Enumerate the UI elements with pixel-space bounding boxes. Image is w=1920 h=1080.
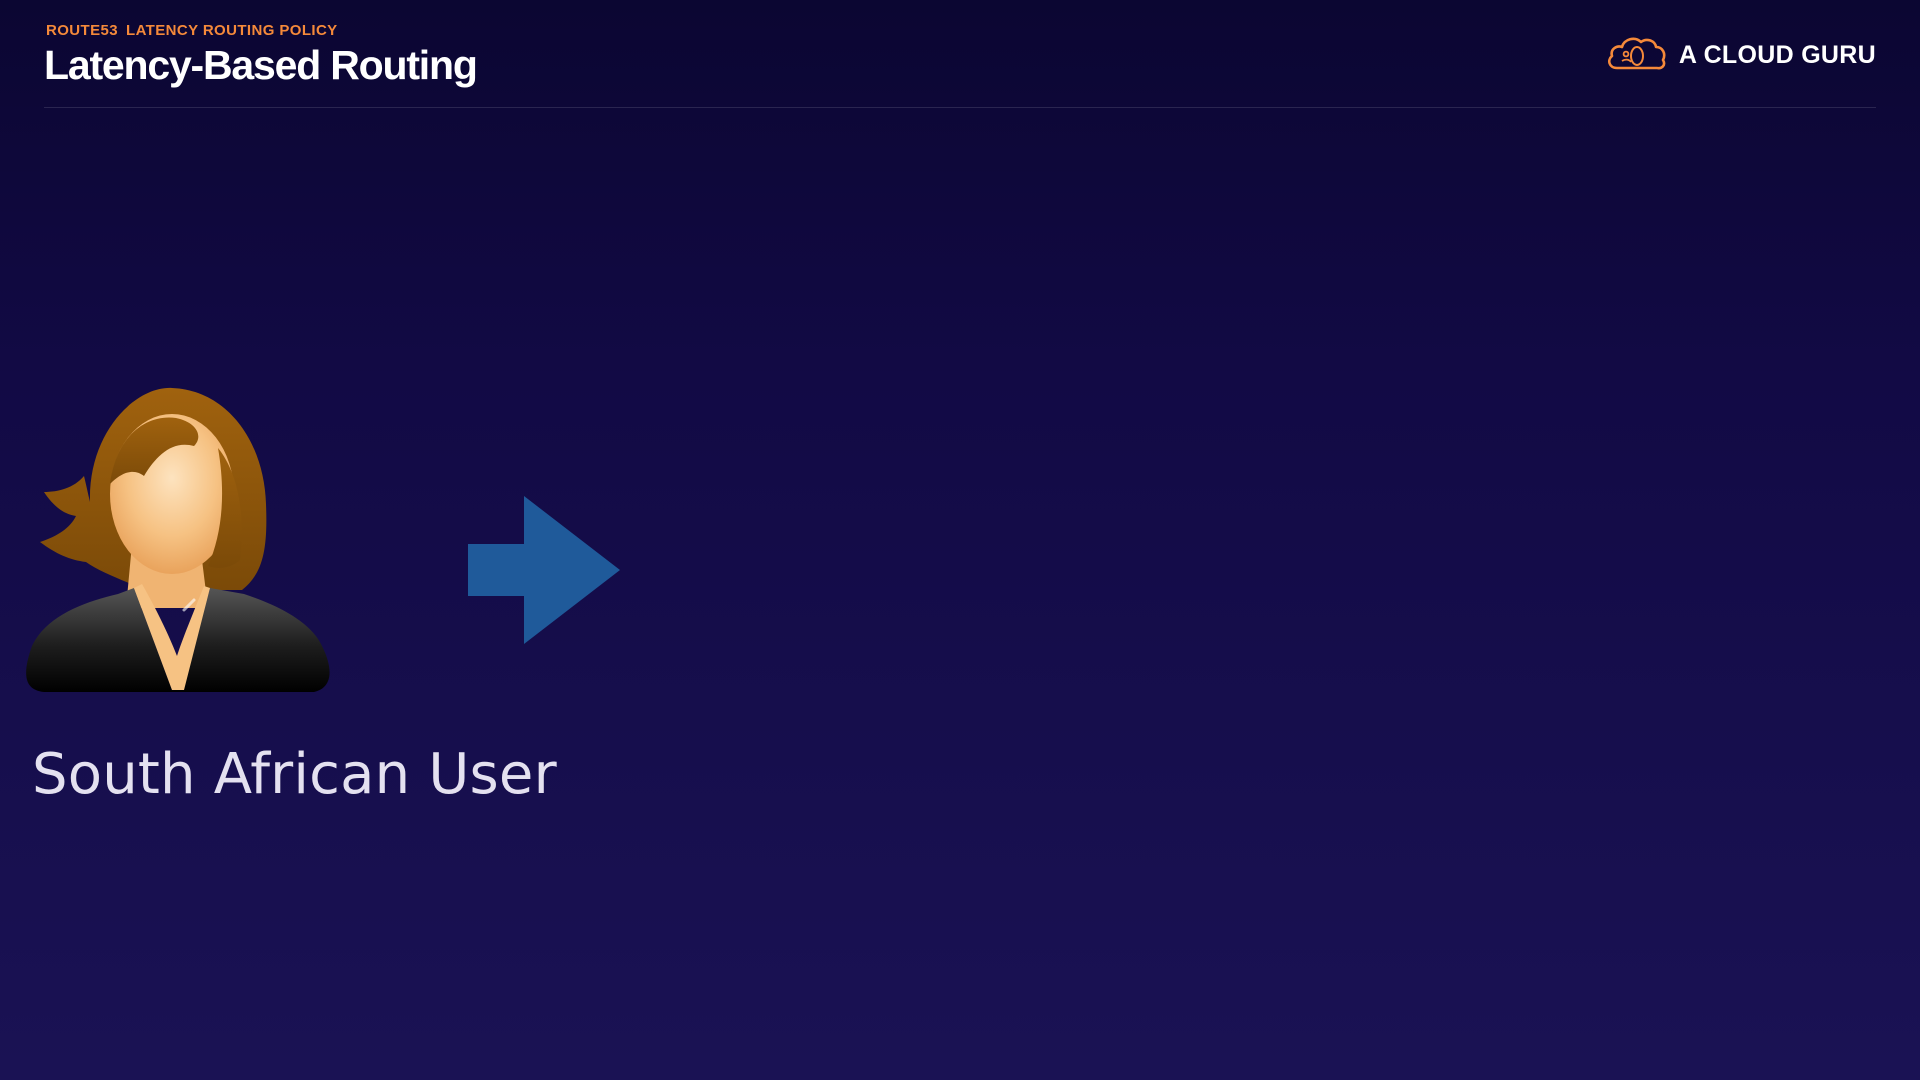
breadcrumb: ROUTE53 LATENCY ROUTING POLICY	[46, 22, 338, 39]
arrow-right-icon	[466, 494, 622, 646]
brand-logo: A CLOUD GURU	[1605, 34, 1876, 76]
female-user-avatar-icon	[22, 384, 332, 694]
breadcrumb-item-latency-routing-policy: LATENCY ROUTING POLICY	[126, 22, 338, 39]
cloud-logo-icon	[1605, 34, 1667, 76]
user-label: South African User	[32, 742, 557, 807]
breadcrumb-item-route53: ROUTE53	[46, 22, 118, 39]
brand-name: A CLOUD GURU	[1678, 40, 1876, 69]
page-title: Latency-Based Routing	[44, 42, 478, 88]
header-divider	[44, 107, 1876, 108]
